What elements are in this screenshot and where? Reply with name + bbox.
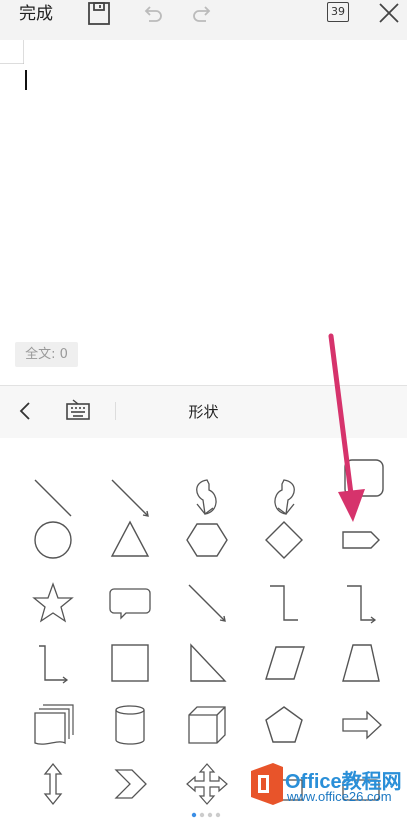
cube-shape[interactable] bbox=[183, 701, 231, 749]
document-area[interactable] bbox=[0, 40, 407, 385]
trapezoid-shape[interactable] bbox=[337, 639, 385, 687]
shape-panel-header: 形状 bbox=[0, 385, 407, 439]
curved-arrow-left-shape[interactable] bbox=[183, 474, 231, 522]
keyboard-icon[interactable] bbox=[64, 399, 92, 423]
circle-shape[interactable] bbox=[29, 516, 77, 564]
chevron-shape[interactable] bbox=[106, 760, 154, 808]
page-corner-mark bbox=[0, 40, 25, 65]
watermark-url: www.office26.com bbox=[287, 789, 392, 804]
triangle-shape[interactable] bbox=[106, 516, 154, 564]
panel-title: 形状 bbox=[188, 403, 219, 421]
diamond-shape[interactable] bbox=[260, 516, 308, 564]
done-button[interactable]: 完成 bbox=[19, 3, 53, 25]
elbow-connector-2-shape[interactable] bbox=[29, 639, 77, 687]
right-triangle-shape[interactable] bbox=[183, 639, 231, 687]
cylinder-shape[interactable] bbox=[106, 701, 154, 749]
star-shape[interactable] bbox=[29, 579, 77, 627]
speech-bubble-shape[interactable] bbox=[106, 579, 154, 627]
rounded-rectangle-shape[interactable] bbox=[337, 454, 385, 502]
shapes-grid bbox=[0, 438, 407, 809]
arrow-line-2-shape[interactable] bbox=[183, 579, 231, 627]
up-down-arrow-shape[interactable] bbox=[29, 760, 77, 808]
multi-document-shape[interactable] bbox=[29, 701, 77, 749]
page-indicator-dots bbox=[190, 803, 230, 818]
redo-icon[interactable] bbox=[190, 1, 216, 27]
elbow-connector-shape[interactable] bbox=[260, 579, 308, 627]
arrow-line-shape[interactable] bbox=[106, 474, 154, 522]
block-arrow-right-shape[interactable] bbox=[337, 701, 385, 749]
save-icon[interactable] bbox=[86, 1, 112, 27]
header-divider bbox=[115, 402, 116, 420]
curved-arrow-right-shape[interactable] bbox=[260, 474, 308, 522]
page-count-icon[interactable]: 39 bbox=[327, 2, 349, 22]
watermark-logo: Office教程网 www.office26.com bbox=[245, 760, 407, 809]
elbow-arrow-connector-shape[interactable] bbox=[337, 579, 385, 627]
four-way-arrow-shape[interactable] bbox=[183, 760, 231, 808]
undo-icon[interactable] bbox=[139, 1, 165, 27]
square-shape[interactable] bbox=[106, 639, 154, 687]
top-toolbar: 完成 39 bbox=[0, 0, 407, 40]
chevron-left-icon[interactable] bbox=[14, 398, 38, 424]
parallelogram-shape[interactable] bbox=[260, 639, 308, 687]
text-cursor bbox=[25, 70, 27, 90]
line-shape[interactable] bbox=[29, 474, 77, 522]
hexagon-shape[interactable] bbox=[183, 516, 231, 564]
pentagon-shape[interactable] bbox=[260, 701, 308, 749]
word-count: 全文: 0 bbox=[15, 342, 78, 367]
pentagon-arrow-shape[interactable] bbox=[337, 516, 385, 564]
close-icon[interactable] bbox=[376, 1, 402, 27]
